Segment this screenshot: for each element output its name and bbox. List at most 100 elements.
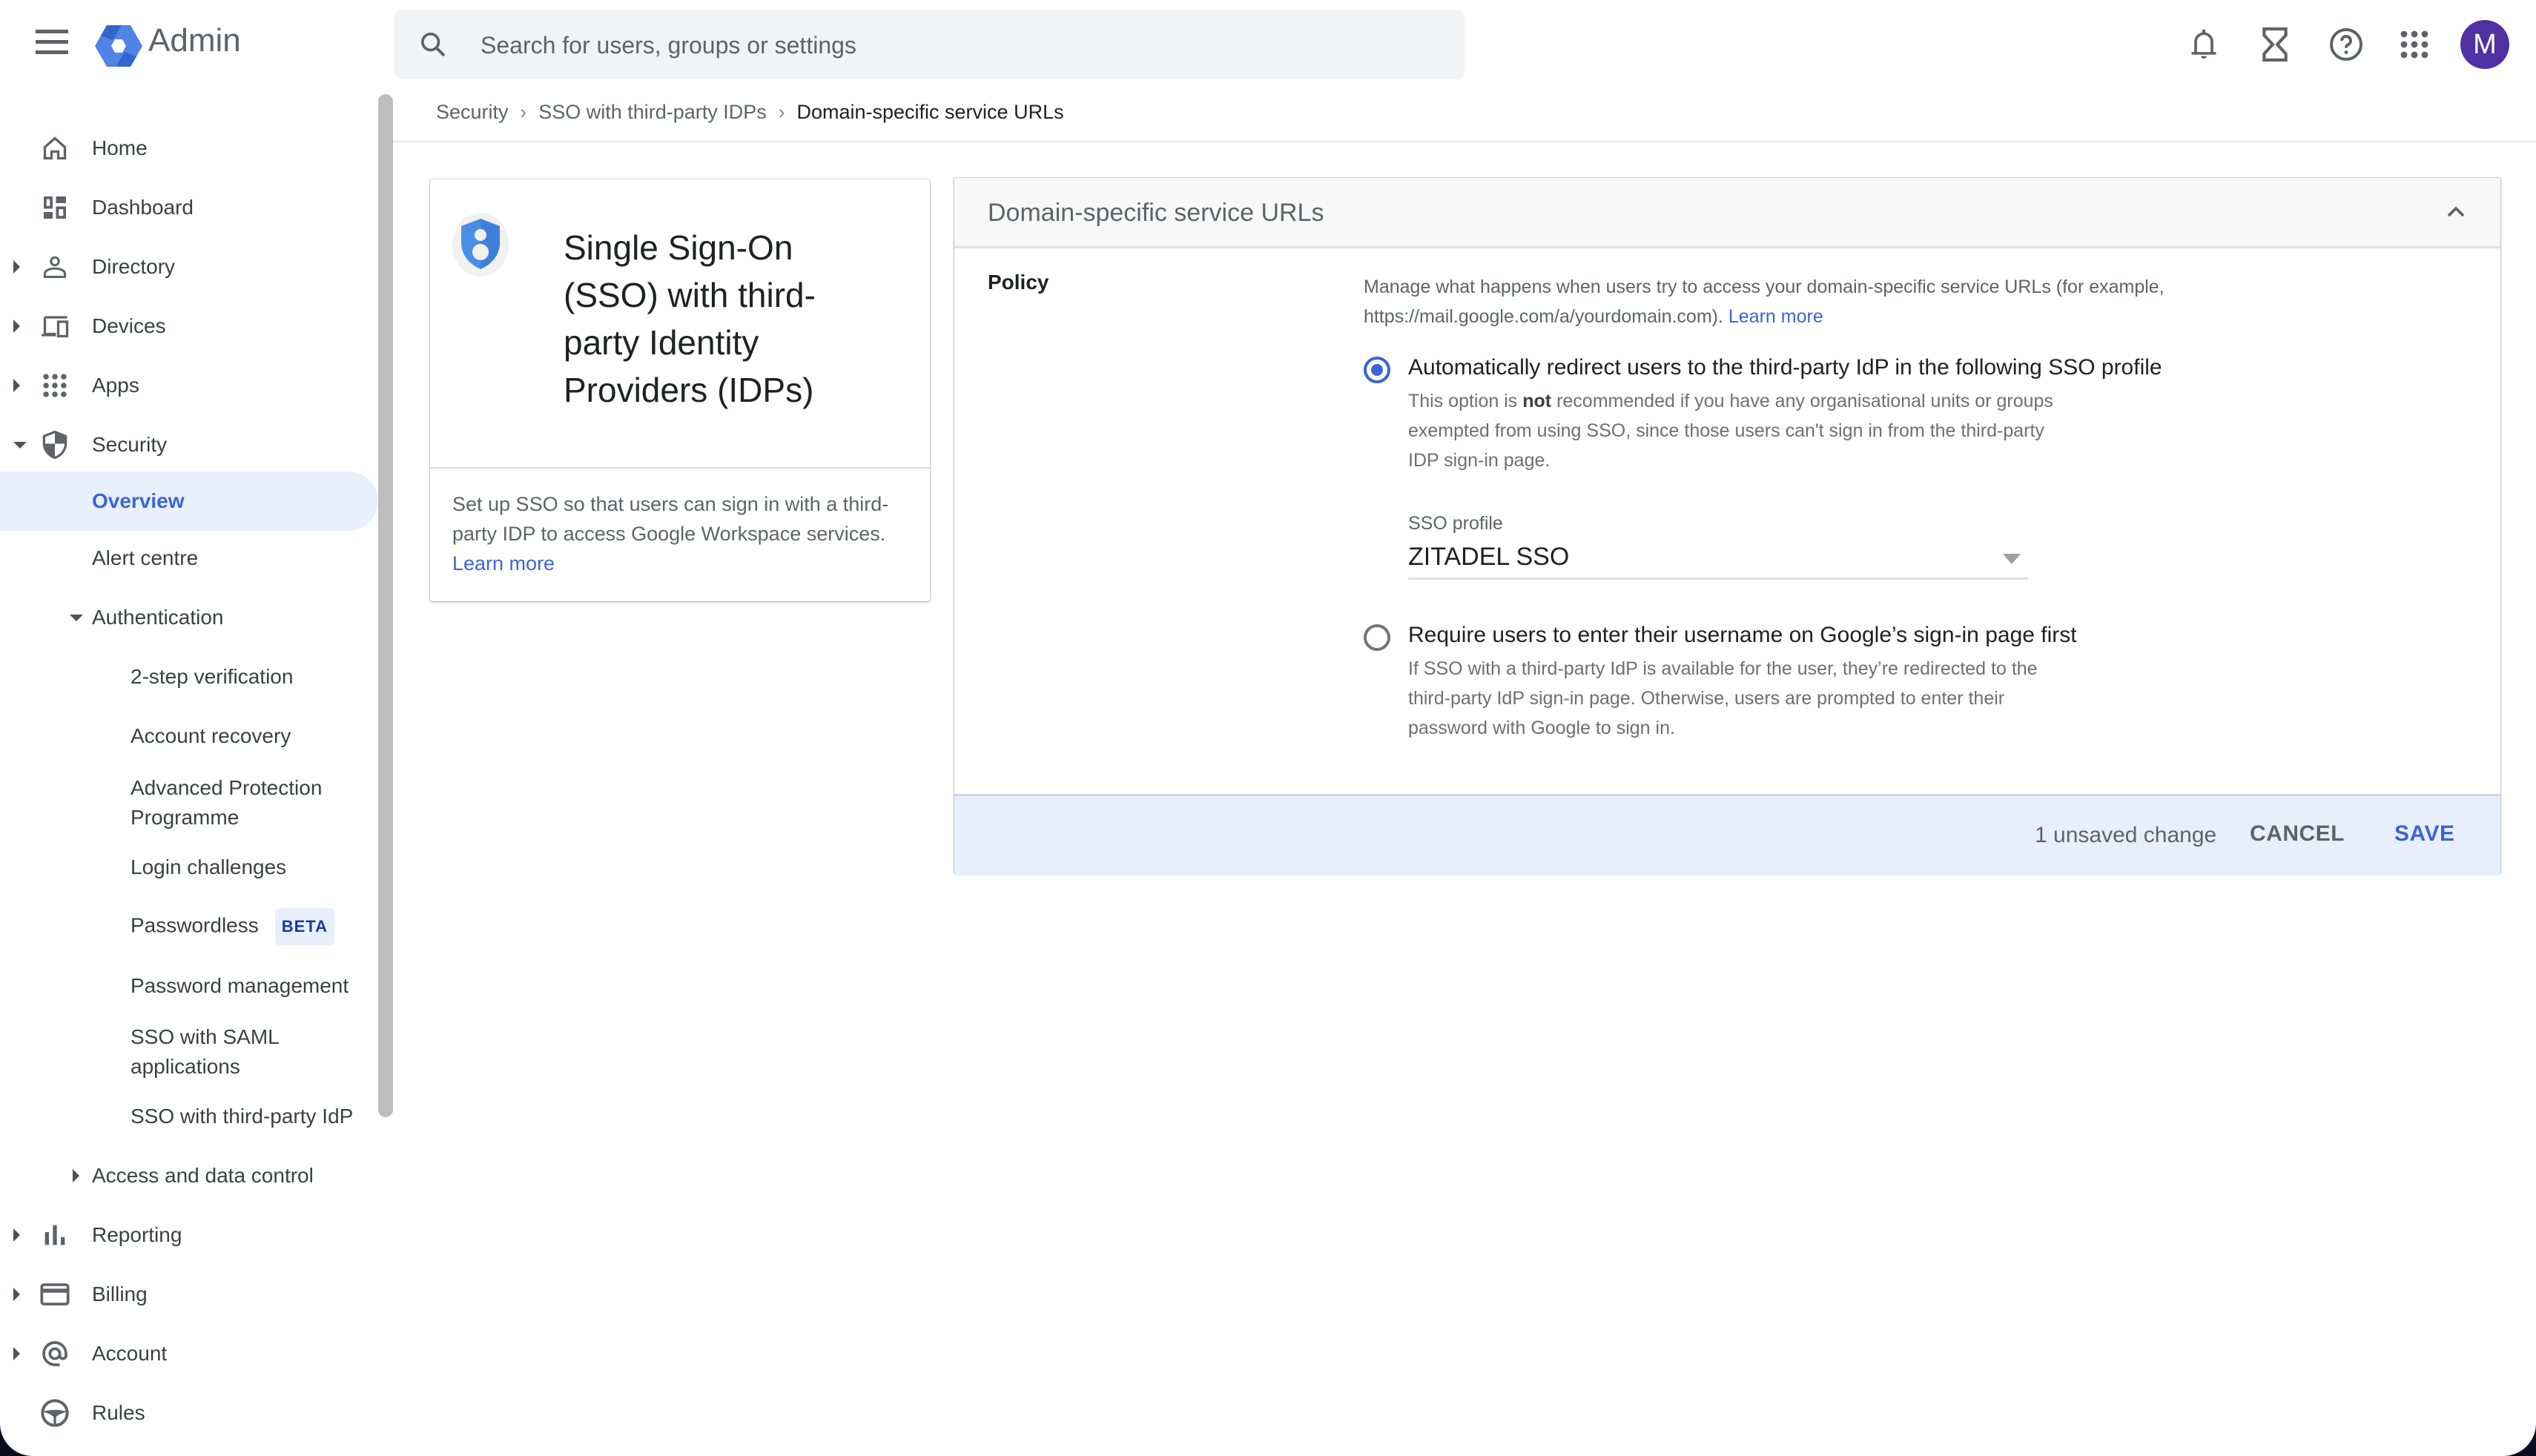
steering-wheel-icon <box>39 1397 71 1429</box>
collapse-caret-icon[interactable] <box>13 441 27 449</box>
sidebar-item-label: Account recovery <box>131 724 291 747</box>
sidebar-item-dashboard[interactable]: Dashboard <box>0 188 378 228</box>
account-avatar[interactable]: M <box>2460 20 2509 69</box>
auto-redirect-help: This option is not recommended if you ha… <box>1408 386 2076 475</box>
require-username-help: If SSO with a third-party IdP is availab… <box>1408 658 2038 738</box>
sidebar-item-2-step-verification[interactable]: 2-step verification <box>0 657 378 697</box>
notifications-button[interactable] <box>2183 24 2225 65</box>
panel-header[interactable]: Domain-specific service URLs <box>954 178 2500 248</box>
search-input[interactable] <box>479 10 1409 81</box>
card-description-text: Set up SSO so that users can sign in wit… <box>452 493 889 545</box>
sidebar-item-alert-centre[interactable]: Alert centre <box>0 538 378 578</box>
policy-description: Manage what happens when users try to ac… <box>1364 272 2328 331</box>
breadcrumb-sso-third-party[interactable]: SSO with third-party IDPs <box>538 101 767 124</box>
sidebar-item-apps[interactable]: Apps <box>0 365 378 406</box>
expand-caret-icon[interactable] <box>13 260 20 274</box>
sidebar-item-rules[interactable]: Rules <box>0 1393 378 1433</box>
sidebar-item-label: Login challenges <box>131 856 287 878</box>
sso-profile-select[interactable]: ZITADEL SSO <box>1408 537 2028 580</box>
require-username-label[interactable]: Require users to enter their username on… <box>1408 623 2077 648</box>
chevron-right-icon: › <box>778 101 785 123</box>
sidebar-item-label: Alert centre <box>92 546 199 569</box>
sidebar-item-password-management[interactable]: Password management <box>0 966 378 1006</box>
security-shield-user-icon <box>452 213 509 277</box>
sidebar-item-label: Home <box>92 136 148 159</box>
chevron-up-icon[interactable] <box>2441 197 2471 227</box>
domain-specific-urls-panel: Domain-specific service URLs Policy Mana… <box>954 178 2500 876</box>
sidebar-item-devices[interactable]: Devices <box>0 306 378 346</box>
hourglass-icon <box>2262 27 2288 62</box>
sidebar-item-login-challenges[interactable]: Login challenges <box>0 847 378 887</box>
sidebar-item-label: Password management <box>131 974 349 997</box>
panel-title: Domain-specific service URLs <box>988 199 1324 227</box>
sidebar-item-security[interactable]: Security <box>0 425 378 465</box>
bar-chart-icon <box>39 1219 71 1251</box>
sidebar-item-label: Directory <box>92 255 176 278</box>
sidebar-item-label: 2-step verification <box>131 665 294 688</box>
sidebar-item-billing[interactable]: Billing <box>0 1274 378 1314</box>
main-menu-button[interactable] <box>36 30 68 56</box>
search-icon[interactable] <box>418 30 448 59</box>
card-divider <box>430 467 930 469</box>
expand-caret-icon[interactable] <box>13 320 20 333</box>
home-icon <box>39 132 71 165</box>
menu-icon-bar <box>36 40 68 44</box>
tasks-button[interactable] <box>2254 24 2296 65</box>
sidebar-item-home[interactable]: Home <box>0 128 378 168</box>
sidebar-scrollbar[interactable] <box>378 94 393 1117</box>
policy-learn-more-link[interactable]: Learn more <box>1728 306 1823 327</box>
sidebar-item-advanced-protection[interactable]: Advanced Protection Programme <box>0 771 378 835</box>
breadcrumb-current: Domain-specific service URLs <box>796 101 1064 123</box>
save-button[interactable]: SAVE <box>2394 821 2454 847</box>
sidebar-item-label: Rules <box>92 1401 145 1424</box>
sso-profile-label: SSO profile <box>1408 513 1503 534</box>
menu-icon-bar <box>36 30 68 33</box>
google-apps-button[interactable] <box>2394 24 2435 65</box>
devices-icon <box>39 310 71 343</box>
expand-caret-icon[interactable] <box>13 1228 20 1242</box>
expand-caret-icon[interactable] <box>13 1288 20 1301</box>
credit-card-icon <box>39 1278 71 1311</box>
sidebar-item-sso-third-party[interactable]: SSO with third-party IdP <box>0 1096 378 1136</box>
at-sign-icon <box>39 1337 71 1370</box>
sidebar-item-label: Passwordless <box>131 913 259 937</box>
sidebar-item-sso-saml[interactable]: SSO with SAML applications <box>0 1020 378 1084</box>
top-bar: Admin Search for users, groups or settin… <box>0 0 2536 89</box>
admin-logo-icon <box>95 25 142 67</box>
breadcrumb-divider <box>393 141 2536 142</box>
sidebar-item-label: SSO with third-party IdP <box>131 1105 354 1128</box>
require-username-radio[interactable] <box>1364 624 1390 651</box>
help-text: This option is <box>1408 391 1523 411</box>
cancel-button[interactable]: CANCEL <box>2250 821 2345 847</box>
sidebar-item-account-recovery[interactable]: Account recovery <box>0 716 378 756</box>
search-bar <box>394 10 1465 81</box>
help-button[interactable] <box>2325 24 2367 65</box>
sidebar-item-account[interactable]: Account <box>0 1334 378 1374</box>
auto-redirect-label[interactable]: Automatically redirect users to the thir… <box>1408 355 2162 380</box>
breadcrumb-security[interactable]: Security <box>436 101 509 124</box>
sidebar-item-label: Apps <box>92 374 139 397</box>
sidebar-item-overview[interactable]: Overview <box>0 471 378 531</box>
dashboard-icon <box>39 191 71 224</box>
expand-caret-icon[interactable] <box>13 379 20 392</box>
chevron-right-icon: › <box>520 101 527 123</box>
sidebar-item-reporting[interactable]: Reporting <box>0 1215 378 1255</box>
sidebar-item-label: Overview <box>92 489 185 512</box>
learn-more-link[interactable]: Learn more <box>452 552 555 575</box>
sidebar-item-label: Security <box>92 433 168 456</box>
bell-icon <box>2191 29 2216 59</box>
expand-caret-icon[interactable] <box>13 1347 20 1360</box>
sidebar-item-label: Billing <box>92 1283 148 1306</box>
help-text-emphasis: not <box>1522 391 1552 411</box>
expand-caret-icon[interactable] <box>73 1169 79 1182</box>
sidebar-item-passwordless[interactable]: Passwordless BETA <box>0 907 378 947</box>
shield-icon <box>39 428 71 461</box>
auto-redirect-radio[interactable] <box>1364 357 1390 383</box>
apps-grid-icon <box>2400 30 2428 59</box>
beta-badge: BETA <box>274 908 334 945</box>
sidebar-item-authentication[interactable]: Authentication <box>0 598 378 638</box>
sidebar-item-access-data-control[interactable]: Access and data control <box>0 1156 378 1196</box>
collapse-caret-icon[interactable] <box>70 614 83 621</box>
sidebar-item-directory[interactable]: Directory <box>0 247 378 287</box>
sso-info-card: Single Sign-On (SSO) with third-party Id… <box>430 179 930 601</box>
